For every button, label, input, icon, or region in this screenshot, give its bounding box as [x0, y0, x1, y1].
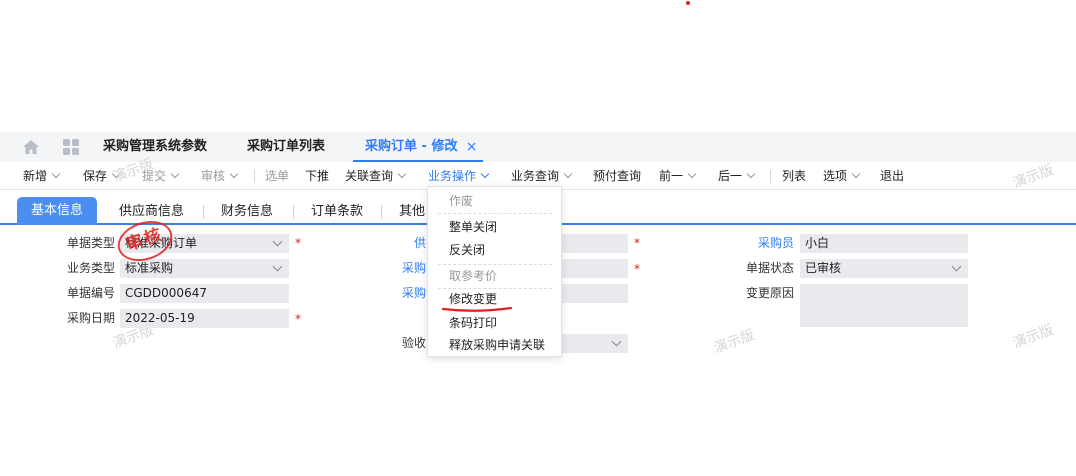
chevron-down-icon — [480, 169, 490, 179]
new-label: 新增 — [23, 169, 48, 183]
date-field[interactable]: 2022-05-19 — [120, 309, 289, 328]
purchase-dept-label[interactable]: 采购 — [400, 259, 426, 278]
chevron-down-icon — [397, 169, 407, 179]
biz-type-value: 标准采购 — [125, 261, 174, 275]
business-ops-menu: 作废 整单关闭 反关闭 取参考价 修改变更 条码打印 释放采购申请关联 — [427, 186, 562, 357]
watermark: 演示版 — [1010, 322, 1056, 352]
push-button[interactable]: 下推 — [305, 162, 329, 190]
biz-type-label: 业务类型 — [66, 261, 115, 275]
doc-no-field[interactable]: CGDD000647 — [120, 284, 289, 303]
chevron-down-icon — [746, 169, 756, 179]
tab-purchase-order-edit[interactable]: 采购订单 - 修改 × — [353, 132, 484, 162]
doc-type-label: 单据类型 — [66, 236, 115, 250]
app-grid-icon[interactable] — [62, 139, 80, 155]
chevron-down-icon — [272, 261, 283, 272]
tab-purchase-params[interactable]: 采购管理系统参数 — [103, 132, 207, 162]
tab-purchase-order-list[interactable]: 采购订单列表 — [247, 132, 325, 162]
chevron-down-icon — [563, 169, 573, 179]
buyer-field[interactable]: 小白 — [800, 234, 968, 253]
tab-bar: 采购管理系统参数 采购订单列表 采购订单 - 修改 × — [0, 132, 1076, 162]
change-reason-label: 变更原因 — [745, 286, 794, 300]
chevron-down-icon — [951, 261, 962, 272]
toolbar-divider — [770, 170, 771, 183]
date-label: 采购日期 — [66, 311, 115, 325]
menu-divider — [438, 264, 552, 265]
acceptance-label: 验收 — [401, 336, 426, 350]
menu-group-reference-price: 取参考价 — [449, 269, 498, 283]
supplier-field[interactable] — [560, 234, 628, 253]
menu-item-unclose[interactable]: 反关闭 — [449, 240, 485, 260]
acceptance-select[interactable] — [560, 334, 628, 353]
purchase-dept-field[interactable] — [560, 259, 628, 278]
tab-divider — [293, 205, 294, 219]
prev-label: 前一 — [659, 169, 684, 183]
related-query-button[interactable]: 关联查询 — [345, 162, 407, 190]
menu-divider — [438, 213, 552, 214]
new-button[interactable]: 新增 — [23, 162, 61, 190]
menu-item-close-all[interactable]: 整单关闭 — [449, 217, 497, 237]
next-label: 后一 — [718, 169, 743, 183]
chevron-down-icon — [170, 169, 180, 179]
status-select[interactable]: 已审核 — [800, 259, 968, 278]
red-underline-annotation — [441, 306, 513, 312]
tab-purchase-order-edit-label: 采购订单 - 修改 — [365, 139, 458, 154]
prepay-query-button[interactable]: 预付查询 — [593, 162, 641, 190]
watermark: 演示版 — [711, 327, 757, 357]
prev-button[interactable]: 前一 — [659, 162, 697, 190]
list-button[interactable]: 列表 — [782, 162, 806, 190]
biz-type-select[interactable]: 标准采购 — [120, 259, 289, 278]
chevron-down-icon — [851, 169, 861, 179]
exit-button[interactable]: 退出 — [880, 162, 904, 190]
chevron-down-icon — [272, 236, 283, 247]
chevron-down-icon — [229, 169, 239, 179]
menu-item-barcode-print[interactable]: 条码打印 — [449, 313, 497, 333]
change-reason-textarea[interactable] — [800, 284, 968, 327]
required-mark: * — [295, 236, 301, 250]
tab-finance-info[interactable]: 财务信息 — [221, 199, 273, 225]
audit-label: 审核 — [201, 169, 226, 183]
business-ops-label: 业务操作 — [428, 169, 477, 183]
purchase-group-label[interactable]: 采购 — [400, 284, 426, 303]
required-mark: * — [295, 312, 301, 326]
tab-divider — [203, 205, 204, 219]
close-icon[interactable]: × — [466, 132, 478, 162]
audit-button[interactable]: 审核 — [201, 162, 239, 190]
tab-basic-info[interactable]: 基本信息 — [17, 197, 98, 225]
home-icon[interactable] — [22, 139, 40, 155]
tab-order-terms[interactable]: 订单条款 — [311, 199, 363, 225]
next-button[interactable]: 后一 — [718, 162, 756, 190]
save-label: 保存 — [83, 169, 108, 183]
red-dot-marker — [686, 1, 690, 5]
buyer-label[interactable]: 采购员 — [700, 234, 794, 253]
select-button[interactable]: 选单 — [265, 162, 289, 190]
status-value: 已审核 — [805, 261, 842, 275]
menu-item-release-link[interactable]: 释放采购申请关联 — [449, 335, 545, 355]
options-label: 选项 — [823, 169, 848, 183]
tab-divider — [381, 205, 382, 219]
required-mark: * — [634, 262, 640, 276]
related-query-label: 关联查询 — [345, 169, 394, 183]
supplier-label[interactable]: 供 — [410, 234, 426, 253]
status-label: 单据状态 — [745, 261, 794, 275]
chevron-down-icon — [611, 336, 622, 347]
doc-no-label: 单据编号 — [66, 286, 115, 300]
tab-other[interactable]: 其他 — [399, 199, 425, 225]
business-query-label: 业务查询 — [511, 169, 560, 183]
chevron-down-icon — [687, 169, 697, 179]
chevron-down-icon — [51, 169, 61, 179]
required-mark: * — [634, 236, 640, 250]
purchase-group-field[interactable] — [560, 284, 628, 303]
menu-group-cancel: 作废 — [449, 194, 474, 208]
options-button[interactable]: 选项 — [823, 162, 861, 190]
toolbar-divider — [254, 170, 255, 183]
